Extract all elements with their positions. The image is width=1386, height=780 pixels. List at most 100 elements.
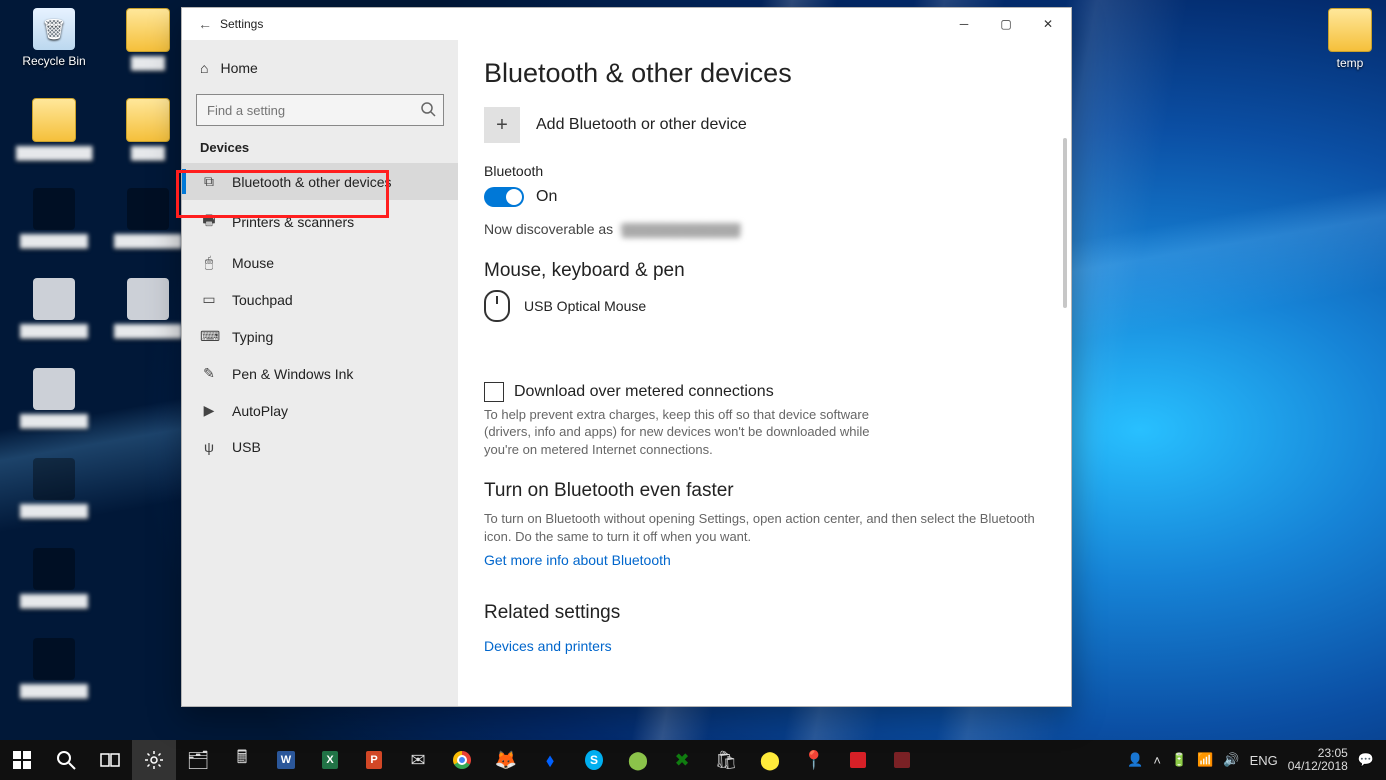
desktop-icon-blurred[interactable]: ████████ (16, 638, 92, 698)
task-view-button[interactable] (88, 740, 132, 780)
scrollbar-thumb[interactable] (1063, 138, 1067, 308)
taskbar-app-powerpoint[interactable]: P (352, 740, 396, 780)
nav-home-label: Home (220, 60, 257, 76)
tray-wifi-icon[interactable]: 📶 (1197, 752, 1213, 768)
touchpad-icon: ▭ (200, 291, 218, 308)
device-name-redacted (621, 223, 741, 238)
tray-volume-icon[interactable]: 🔊 (1223, 752, 1239, 768)
nav-item-label: Bluetooth & other devices (232, 174, 392, 190)
add-device-button[interactable]: + (484, 107, 520, 143)
bluetooth-info-link[interactable]: Get more info about Bluetooth (484, 552, 671, 568)
maximize-button[interactable]: ▢ (985, 10, 1027, 38)
taskbar-app-store[interactable]: 🛍 (704, 740, 748, 780)
search-box[interactable] (196, 94, 444, 126)
nav-item-label: Mouse (232, 255, 274, 271)
tray-language[interactable]: ENG (1250, 753, 1278, 768)
nav-printers-scanners[interactable]: 🖶 Printers & scanners (182, 200, 458, 244)
taskbar-app-file-explorer[interactable]: 🗂 (176, 740, 220, 780)
desktop-icon-blurred[interactable]: █████████ (16, 98, 92, 160)
desktop-icon-blurred[interactable]: ████████ (16, 458, 92, 518)
desktop-icon-blurred[interactable]: ████████ (16, 278, 92, 338)
device-name: USB Optical Mouse (524, 298, 646, 314)
nav-item-label: Typing (232, 329, 273, 345)
taskbar-app-excel[interactable]: X (308, 740, 352, 780)
desktop: 🗑 Recycle Bin temp ████ █████████ ████ █… (0, 0, 1386, 780)
tray-battery-icon[interactable]: 🔋 (1171, 752, 1187, 768)
taskbar-app-generic[interactable]: ⬤ (616, 740, 660, 780)
taskbar-app-avira[interactable] (836, 740, 880, 780)
nav-usb[interactable]: ψ USB (182, 429, 458, 465)
desktop-icon-blurred[interactable]: ████ (110, 98, 186, 160)
discoverable-text: Now discoverable as (484, 221, 1045, 238)
taskbar-app-word[interactable]: W (264, 740, 308, 780)
nav-item-label: AutoPlay (232, 403, 288, 419)
titlebar[interactable]: ← Settings ─ ▢ ✕ (182, 8, 1071, 40)
taskbar-app-mail[interactable]: ✉ (396, 740, 440, 780)
tray-people-icon[interactable]: 👤 (1127, 752, 1143, 768)
nav-touchpad[interactable]: ▭ Touchpad (182, 281, 458, 318)
taskbar-app-skype[interactable]: S (572, 740, 616, 780)
taskbar[interactable]: 🗂 🖩 W X P ✉ 🦊 ⬧ S ⬤ ✖ 🛍 ⬤ 📍 👤 ˄ 🔋 📶 🔊 EN… (0, 740, 1386, 780)
sidebar-category: Devices (182, 136, 458, 163)
taskbar-app-xbox[interactable]: ✖ (660, 740, 704, 780)
taskbar-app-generic[interactable] (880, 740, 924, 780)
related-heading: Related settings (484, 602, 1045, 624)
nav-item-label: Pen & Windows Ink (232, 366, 353, 382)
mkb-heading: Mouse, keyboard & pen (484, 260, 1045, 282)
nav-item-label: Printers & scanners (232, 214, 354, 230)
device-row[interactable]: USB Optical Mouse (484, 290, 1045, 322)
bluetooth-toggle[interactable] (484, 187, 524, 207)
home-icon: ⌂ (200, 60, 208, 76)
start-button[interactable] (0, 740, 44, 780)
main-panel: Bluetooth & other devices + Add Bluetoot… (458, 40, 1071, 706)
taskbar-app-dropbox[interactable]: ⬧ (528, 740, 572, 780)
faster-help-text: To turn on Bluetooth without opening Set… (484, 510, 1044, 545)
desktop-icon-blurred[interactable]: ████████ (110, 278, 186, 338)
mouse-device-icon (484, 290, 510, 322)
keyboard-icon: ⌨ (200, 328, 218, 345)
close-button[interactable]: ✕ (1027, 10, 1069, 38)
taskbar-app-calculator[interactable]: 🖩 (220, 740, 264, 780)
nav-home[interactable]: ⌂ Home (182, 50, 458, 86)
taskbar-app-generic[interactable]: 📍 (792, 740, 836, 780)
nav-pen-ink[interactable]: ✎ Pen & Windows Ink (182, 355, 458, 392)
nav-autoplay[interactable]: ▶ AutoPlay (182, 392, 458, 429)
minimize-button[interactable]: ─ (943, 10, 985, 38)
tray-chevron-up-icon[interactable]: ˄ (1153, 753, 1161, 768)
add-device-label: Add Bluetooth or other device (536, 116, 747, 134)
tray-clock[interactable]: 23:05 04/12/2018 (1288, 747, 1348, 773)
desktop-icon-blurred[interactable]: ████████ (16, 548, 92, 608)
recycle-bin-icon: 🗑 (33, 8, 75, 50)
back-button[interactable]: ← (190, 16, 220, 32)
add-device-row[interactable]: + Add Bluetooth or other device (484, 107, 1045, 143)
system-tray[interactable]: 👤 ˄ 🔋 📶 🔊 ENG 23:05 04/12/2018 💬 (1127, 747, 1386, 773)
desktop-icon-blurred[interactable]: ████████ (16, 188, 92, 248)
nav-bluetooth-devices[interactable]: ⧉ Bluetooth & other devices (182, 163, 458, 200)
faster-heading: Turn on Bluetooth even faster (484, 480, 1045, 502)
desktop-icon-blurred[interactable]: ████ (110, 8, 186, 70)
metered-checkbox-row[interactable]: Download over metered connections (484, 382, 1045, 402)
search-button[interactable] (44, 740, 88, 780)
metered-label: Download over metered connections (514, 383, 774, 401)
tray-action-center-icon[interactable]: 💬 (1358, 752, 1374, 768)
taskbar-app-firefox[interactable]: 🦊 (484, 740, 528, 780)
devices-and-printers-link[interactable]: Devices and printers (484, 638, 612, 654)
settings-window: ← Settings ─ ▢ ✕ ⌂ Home Devices (181, 7, 1072, 707)
nav-mouse[interactable]: 🖱 Mouse (182, 244, 458, 281)
checkbox-unchecked[interactable] (484, 382, 504, 402)
desktop-icon-recycle-bin[interactable]: 🗑 Recycle Bin (16, 8, 92, 68)
taskbar-app-chrome[interactable] (440, 740, 484, 780)
printer-icon: 🖶 (200, 210, 218, 234)
desktop-icon-blurred[interactable]: ████████ (16, 368, 92, 428)
nav-typing[interactable]: ⌨ Typing (182, 318, 458, 355)
sidebar: ⌂ Home Devices ⧉ Bluetooth & other devic… (182, 40, 458, 706)
pen-icon: ✎ (200, 365, 218, 382)
nav-item-label: USB (232, 439, 261, 455)
taskbar-app-settings[interactable] (132, 740, 176, 780)
taskbar-app-generic[interactable]: ⬤ (748, 740, 792, 780)
desktop-icon-blurred[interactable]: ████████ (110, 188, 186, 248)
bluetooth-section-label: Bluetooth (484, 163, 1045, 179)
desktop-icon-temp[interactable]: temp (1312, 8, 1386, 70)
search-input[interactable] (196, 94, 444, 126)
folder-icon (1328, 8, 1372, 52)
